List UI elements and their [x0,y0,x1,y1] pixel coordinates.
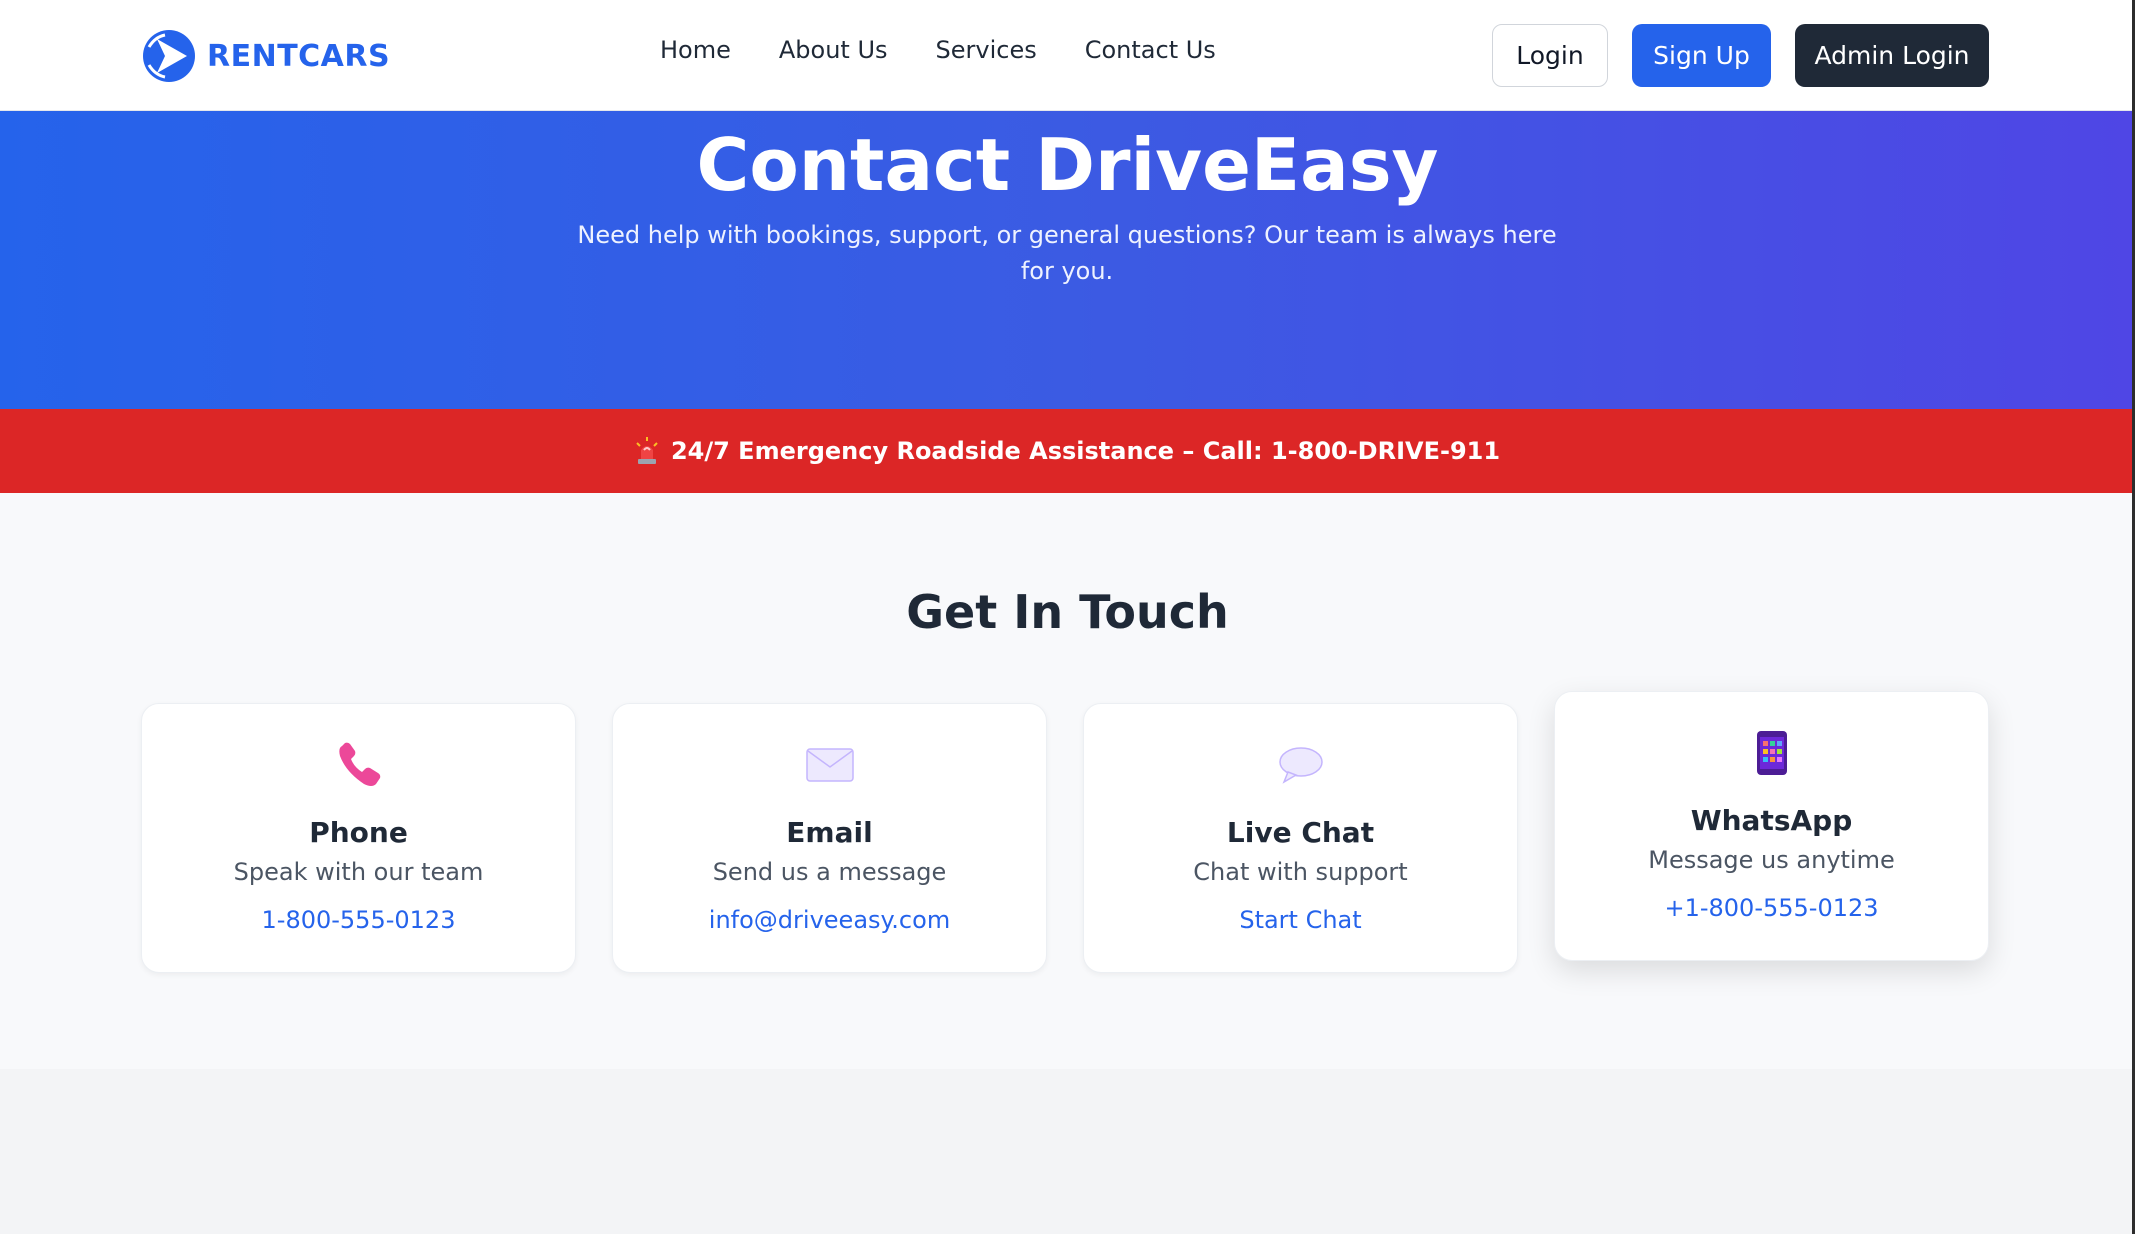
contact-section: Get In Touch Phone Speak with our team 1… [0,493,2135,1069]
brand-logo-link[interactable]: RENTCARS [141,26,390,86]
card-description: Speak with our team [233,858,484,886]
phone-icon [338,742,380,786]
card-title: WhatsApp [1690,804,1853,837]
nav-link-contact-us[interactable]: Contact Us [1085,36,1216,64]
whatsapp-number-link[interactable]: +1-800-555-0123 [1555,894,1988,922]
card-title: Phone [309,816,408,849]
nav-link-home[interactable]: Home [660,36,731,64]
hero-title: Contact DriveEasy [696,123,1439,207]
contact-card-email: Email Send us a message info@driveeasy.c… [612,703,1047,973]
speech-bubble-icon [1278,747,1323,784]
contact-card-phone: Phone Speak with our team 1-800-555-0123 [141,703,576,973]
envelope-icon [805,748,854,782]
start-chat-link[interactable]: Start Chat [1084,906,1517,934]
play-logo-icon [143,30,195,82]
login-button[interactable]: Login [1492,24,1608,87]
mobile-phone-icon [1756,731,1787,775]
hero-subtitle: Need help with bookings, support, or gen… [577,221,1557,285]
card-description: Send us a message [712,858,947,886]
card-description: Chat with support [1193,858,1408,886]
main-nav: Home About Us Services Contact Us [660,36,1216,64]
section-title: Get In Touch [906,585,1229,639]
emergency-banner: 24/7 Emergency Roadside Assistance – Cal… [0,409,2135,493]
email-link[interactable]: info@driveeasy.com [613,906,1046,934]
brand-name: RENTCARS [207,38,391,74]
contact-card-whatsapp: WhatsApp Message us anytime +1-800-555-0… [1554,691,1989,961]
nav-link-services[interactable]: Services [936,36,1037,64]
phone-number-link[interactable]: 1-800-555-0123 [142,906,575,934]
top-navbar: RENTCARS Home About Us Services Contact … [0,0,2135,111]
sign-up-button[interactable]: Sign Up [1632,24,1771,87]
page-footer-area [0,1069,2135,1234]
card-title: Email [786,816,873,849]
admin-login-button[interactable]: Admin Login [1795,24,1989,87]
contact-card-live-chat: Live Chat Chat with support Start Chat [1083,703,1518,973]
card-title: Live Chat [1226,816,1375,849]
siren-icon [636,437,658,464]
card-description: Message us anytime [1648,846,1895,874]
emergency-text: 24/7 Emergency Roadside Assistance – Cal… [670,437,1501,465]
nav-link-about-us[interactable]: About Us [779,36,888,64]
hero-banner: Contact DriveEasy Need help with booking… [0,111,2135,409]
